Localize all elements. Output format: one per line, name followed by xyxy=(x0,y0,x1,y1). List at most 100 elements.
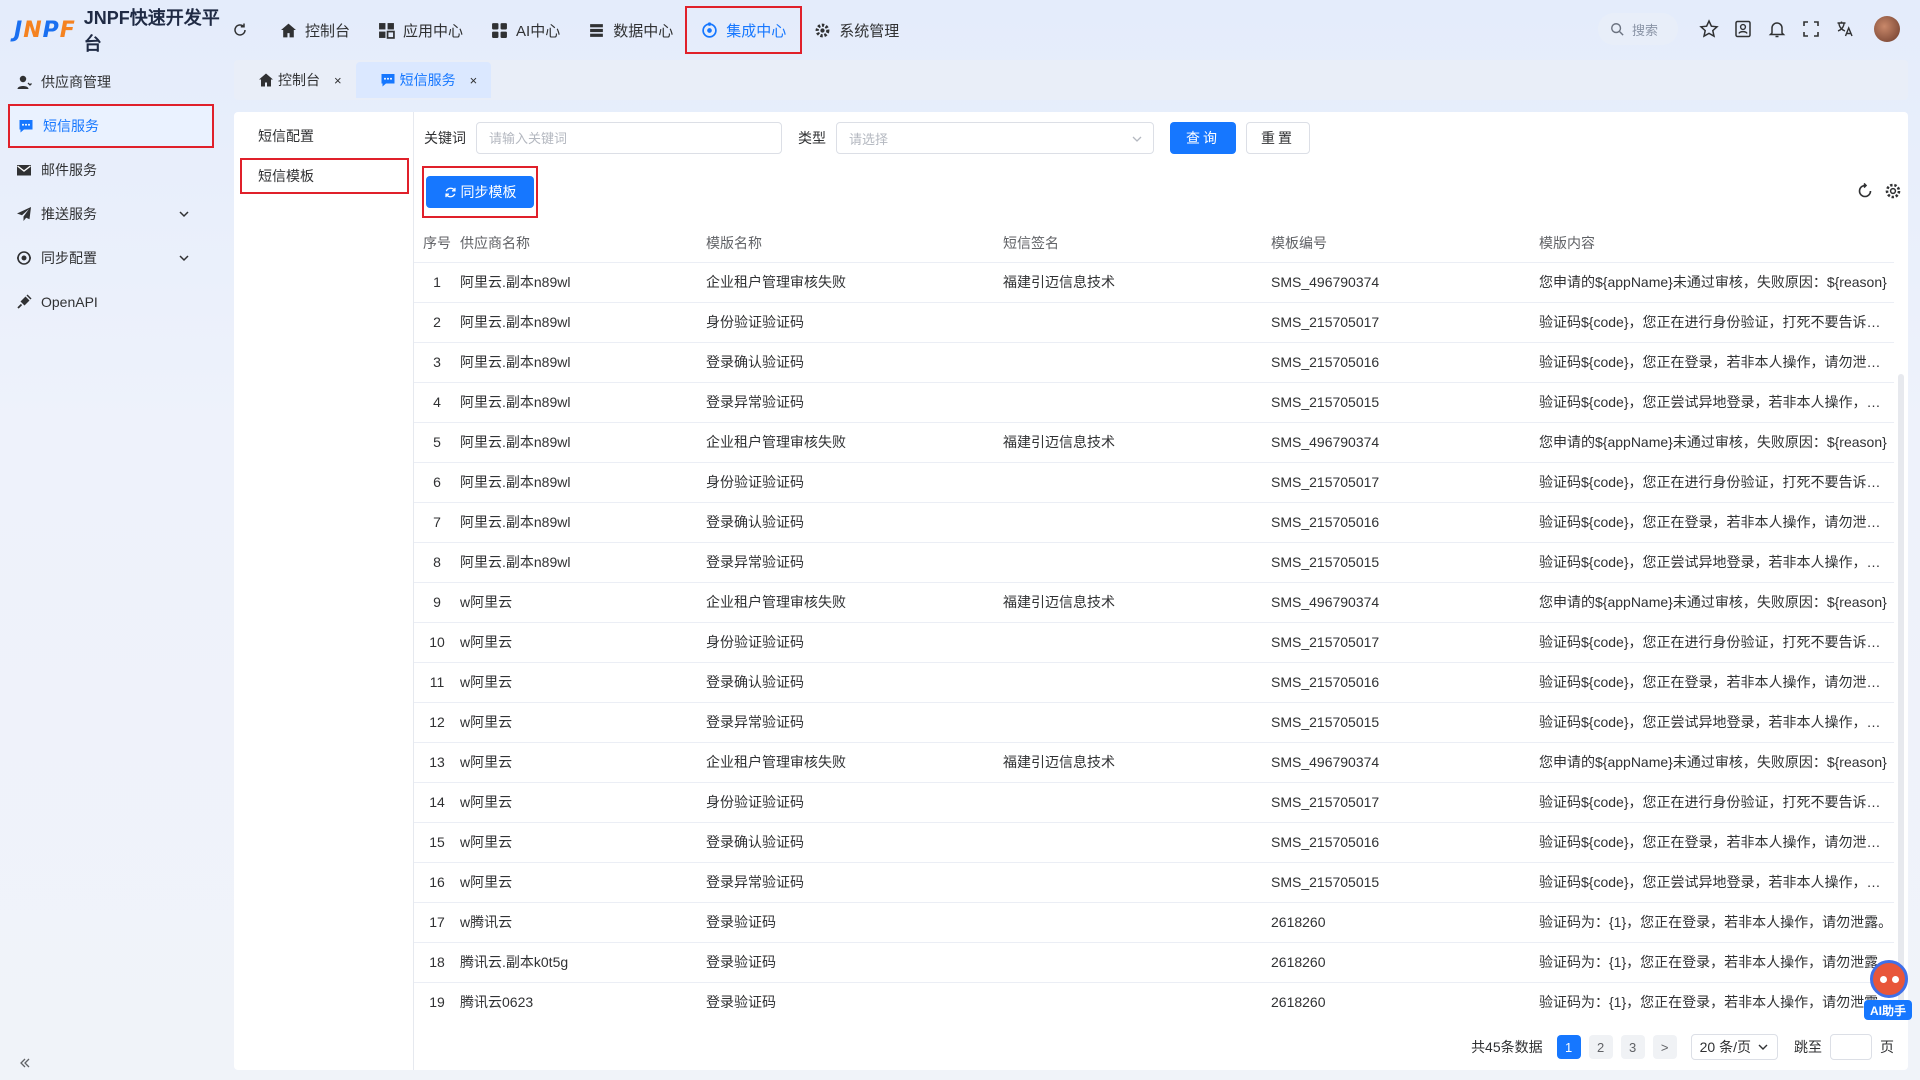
table-row[interactable]: 7 阿里云.副本n89wl 登录确认验证码 SMS_215705016 验证码${cod… xyxy=(414,502,1894,543)
top-bar: JNPF JNPF快速开发平台 控制台 应用中心 AI中心 数据中心 集成中心 … xyxy=(0,0,1920,60)
table-cell: SMS_215705015 xyxy=(1271,542,1539,583)
reload-icon[interactable] xyxy=(1856,182,1874,200)
table-cell: w阿里云 xyxy=(460,742,706,783)
table-cell: 6 xyxy=(414,462,460,503)
sidebar-item-label: 同步配置 xyxy=(41,250,97,266)
top-search-placeholder: 搜索 xyxy=(1632,22,1659,38)
table-cell xyxy=(1003,502,1271,543)
topnav-app-center[interactable]: 应用中心 xyxy=(364,8,477,52)
reset-button[interactable]: 重置 xyxy=(1246,122,1310,154)
table-row[interactable]: 16 w阿里云 登录异常验证码 SMS_215705015 验证码${code}，您正尝… xyxy=(414,862,1894,903)
page-button-3[interactable]: 3 xyxy=(1620,1035,1645,1059)
table-cell: 登录确认验证码 xyxy=(706,822,1003,863)
ai-assistant-button[interactable]: AI助手 xyxy=(1864,960,1912,1022)
table-cell: 11 xyxy=(414,662,460,703)
table-cell: 身份验证验证码 xyxy=(706,622,1003,663)
top-nav: 控制台 应用中心 AI中心 数据中心 集成中心 系统管理 xyxy=(266,0,913,60)
table-row[interactable]: 6 阿里云.副本n89wl 身份验证验证码 SMS_215705017 验证码${cod… xyxy=(414,462,1894,503)
table-row[interactable]: 8 阿里云.副本n89wl 登录异常验证码 SMS_215705015 验证码${cod… xyxy=(414,542,1894,583)
table-cell xyxy=(1003,622,1271,663)
profile-card-icon[interactable] xyxy=(1733,19,1753,39)
table-row[interactable]: 18 腾讯云.副本k0t5g 登录验证码 2618260 验证码为：{1}，您正在登录，… xyxy=(414,942,1894,983)
table-cell xyxy=(1003,942,1271,983)
table-cell: 您申请的${appName}未通过审核，失败原因：${reason} xyxy=(1539,262,1894,303)
table-row[interactable]: 14 w阿里云 身份验证验证码 SMS_215705017 验证码${code}，您正在… xyxy=(414,782,1894,823)
table-row[interactable]: 17 w腾讯云 登录验证码 2618260 验证码为：{1}，您正在登录，若非本人操作，… xyxy=(414,902,1894,943)
table-cell: 阿里云.副本n89wl xyxy=(460,462,706,503)
topnav-integration-center[interactable]: 集成中心 xyxy=(685,6,803,54)
settings-icon[interactable] xyxy=(1884,182,1902,200)
close-icon[interactable]: × xyxy=(334,73,342,88)
message-icon xyxy=(381,74,395,87)
topnav-label: 集成中心 xyxy=(726,22,787,40)
sidebar-item-push-service[interactable]: 推送服务 xyxy=(0,192,222,236)
table-row[interactable]: 3 阿里云.副本n89wl 登录确认验证码 SMS_215705016 验证码${cod… xyxy=(414,342,1894,383)
tab-dashboard[interactable]: 控制台 × xyxy=(234,62,356,98)
table-body: 1 阿里云.副本n89wl 企业租户管理审核失败 福建引迈信息技术 SMS_496790… xyxy=(414,262,1894,1018)
table-row[interactable]: 13 w阿里云 企业租户管理审核失败 福建引迈信息技术 SMS_496790374 您申请… xyxy=(414,742,1894,783)
jump-page-input[interactable] xyxy=(1830,1034,1872,1060)
translate-icon[interactable] xyxy=(1835,19,1855,39)
topnav-data-center[interactable]: 数据中心 xyxy=(574,8,687,52)
collapse-sidebar-icon[interactable] xyxy=(18,1056,32,1070)
column-header: 模版名称 xyxy=(706,224,1003,263)
table-row[interactable]: 2 阿里云.副本n89wl 身份验证验证码 SMS_215705017 验证码${cod… xyxy=(414,302,1894,343)
bell-icon[interactable] xyxy=(1767,19,1787,39)
table-row[interactable]: 4 阿里云.副本n89wl 登录异常验证码 SMS_215705015 验证码${cod… xyxy=(414,382,1894,423)
chevron-down-icon[interactable] xyxy=(177,207,191,221)
page-button-2[interactable]: 2 xyxy=(1588,1035,1613,1059)
table-cell: 腾讯云0623 xyxy=(460,982,706,1018)
topnav-system-management[interactable]: 系统管理 xyxy=(800,8,913,52)
sidebar-item-sms-service[interactable]: 短信服务 xyxy=(8,104,214,148)
table-cell: SMS_215705015 xyxy=(1271,382,1539,423)
query-button[interactable]: 查询 xyxy=(1170,122,1236,154)
subnav-sms-template[interactable]: 短信模板 xyxy=(240,158,409,194)
keyword-input[interactable] xyxy=(476,122,782,154)
page-size-select[interactable]: 20 条/页 xyxy=(1690,1034,1778,1060)
table-cell: SMS_215705017 xyxy=(1271,462,1539,503)
table-row[interactable]: 19 腾讯云0623 登录验证码 2618260 验证码为：{1}，您正在登录，若非本人… xyxy=(414,982,1894,1018)
fullscreen-icon[interactable] xyxy=(1801,19,1821,39)
logo[interactable]: JNPF JNPF快速开发平台 xyxy=(0,4,232,56)
table-cell: 13 xyxy=(414,742,460,783)
table-row[interactable]: 12 w阿里云 登录异常验证码 SMS_215705015 验证码${code}，您正尝… xyxy=(414,702,1894,743)
avatar[interactable] xyxy=(1874,16,1900,42)
refresh-icon[interactable] xyxy=(232,22,248,38)
table-cell: 身份验证验证码 xyxy=(706,782,1003,823)
table-row[interactable]: 10 w阿里云 身份验证验证码 SMS_215705017 验证码${code}，您正在… xyxy=(414,622,1894,663)
tab-sms-service[interactable]: 短信服务 × xyxy=(355,62,492,98)
table-cell: 登录验证码 xyxy=(706,982,1003,1018)
table-row[interactable]: 15 w阿里云 登录确认验证码 SMS_215705016 验证码${code}，您正在… xyxy=(414,822,1894,863)
sidebar-item-sync-config[interactable]: 同步配置 xyxy=(0,236,222,280)
top-search[interactable]: 搜索 xyxy=(1598,13,1678,45)
table-cell: 验证码${code}，您正在登录，若非本人操作，请勿泄露。 xyxy=(1539,502,1894,543)
sidebar-item-vendor-management[interactable]: 供应商管理 xyxy=(0,60,222,104)
column-header: 序号 xyxy=(414,224,460,263)
sidebar-item-openapi[interactable]: OpenAPI xyxy=(0,280,222,324)
close-icon[interactable]: × xyxy=(470,73,478,88)
topnav-ai-center[interactable]: AI中心 xyxy=(477,8,574,52)
topnav-dashboard[interactable]: 控制台 xyxy=(266,8,364,52)
table-row[interactable]: 1 阿里云.副本n89wl 企业租户管理审核失败 福建引迈信息技术 SMS_496790… xyxy=(414,262,1894,303)
type-select[interactable]: 请选择 xyxy=(836,122,1154,154)
chevron-down-icon[interactable] xyxy=(177,251,191,265)
sidebar-item-mail-service[interactable]: 邮件服务 xyxy=(0,148,222,192)
table-cell: 12 xyxy=(414,702,460,743)
table-row[interactable]: 11 w阿里云 登录确认验证码 SMS_215705016 验证码${code}，您正在… xyxy=(414,662,1894,703)
table-cell: 福建引迈信息技术 xyxy=(1003,262,1271,303)
table-scrollbar[interactable] xyxy=(1898,374,1904,1018)
subnav-sms-config[interactable]: 短信配置 xyxy=(234,118,413,154)
next-page-button[interactable]: > xyxy=(1652,1035,1677,1059)
table-row[interactable]: 9 w阿里云 企业租户管理审核失败 福建引迈信息技术 SMS_496790374 您申请的… xyxy=(414,582,1894,623)
page-button-1[interactable]: 1 xyxy=(1556,1035,1581,1059)
table-cell: 登录异常验证码 xyxy=(706,862,1003,903)
star-icon[interactable] xyxy=(1699,19,1719,39)
table-row[interactable]: 5 阿里云.副本n89wl 企业租户管理审核失败 福建引迈信息技术 SMS_496790… xyxy=(414,422,1894,463)
table-cell: 登录确认验证码 xyxy=(706,502,1003,543)
sync-template-button[interactable]: 同步模板 xyxy=(426,176,534,208)
table-cell: 验证码为：{1}，您正在登录，若非本人操作，请勿泄露。 xyxy=(1539,942,1894,983)
apps-icon xyxy=(492,22,507,38)
user-icon xyxy=(17,75,32,89)
type-select-placeholder: 请选择 xyxy=(849,131,889,147)
table-cell: 17 xyxy=(414,902,460,943)
